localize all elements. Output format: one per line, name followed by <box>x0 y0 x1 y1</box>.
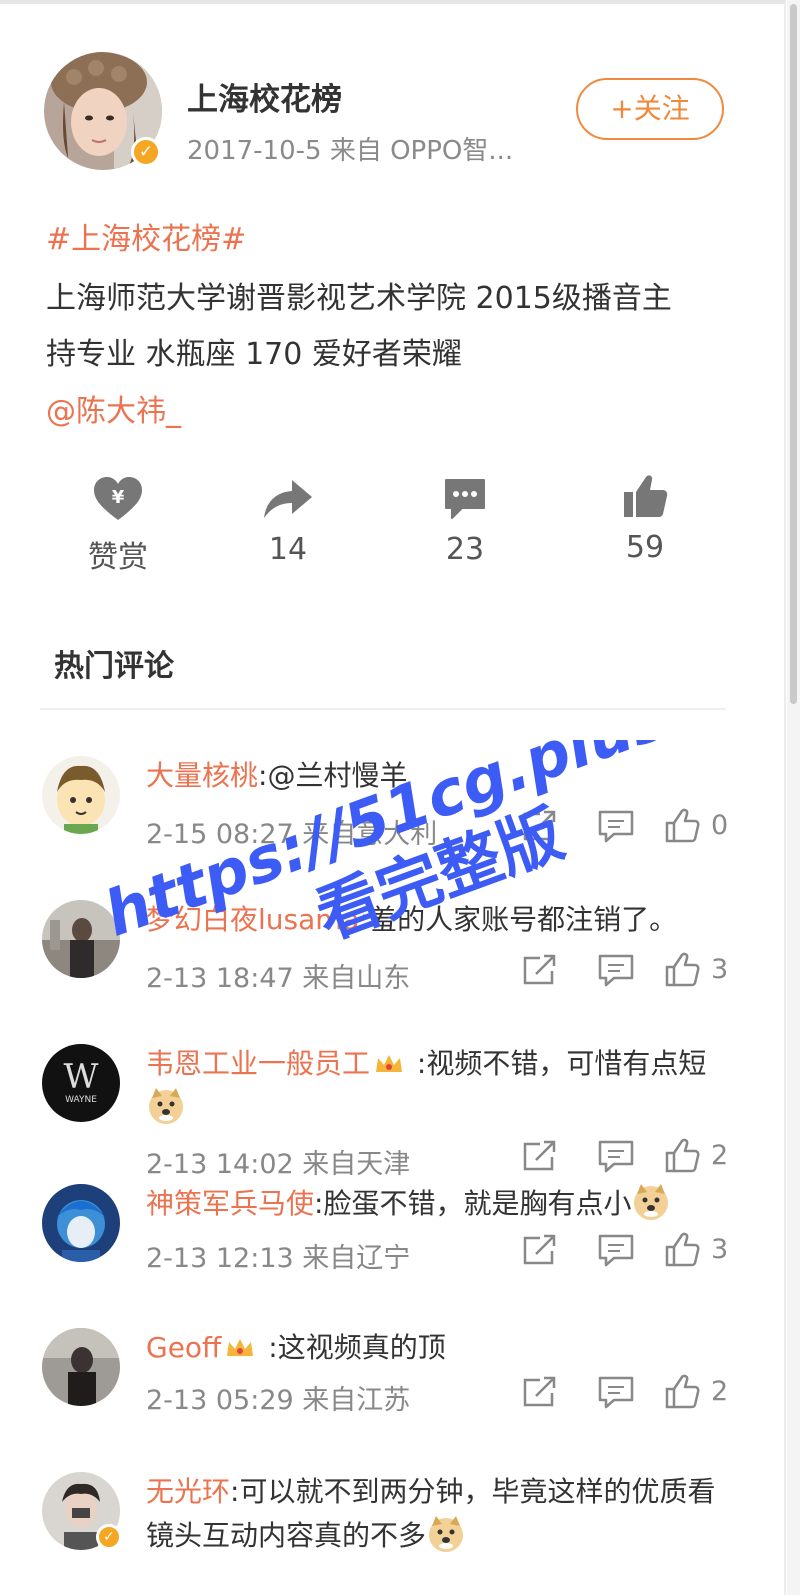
comment-body: :脸蛋不错，就是胸有点小 <box>314 1187 632 1220</box>
comment-body: :羞的人家账号都注销了。 <box>359 903 678 936</box>
crown-icon <box>227 1339 254 1356</box>
comment-text: 韦恩工业一般员工 :视频不错，可惜有点短 <box>146 1042 726 1130</box>
comment-like-count: 2 <box>711 1376 729 1407</box>
heart-yen-icon: ¥ <box>94 477 142 520</box>
comment-nickname[interactable]: 大量核桃 <box>146 759 258 792</box>
comment-avatar[interactable] <box>42 900 120 978</box>
share-icon[interactable] <box>520 1374 560 1410</box>
verified-badge-icon: ✓ <box>131 137 161 167</box>
repost-count: 14 <box>268 532 308 567</box>
comment-meta: 2-13 18:47 来自山东 <box>146 963 411 994</box>
like-icon[interactable] <box>664 1232 700 1268</box>
comment-meta: 2-15 08:27 来自意大利 <box>146 819 438 850</box>
author-name[interactable]: 上海校花榜 <box>187 74 342 119</box>
hot-comments-title: 热门评论 <box>54 649 174 684</box>
comment-meta: 2-13 14:02 来自天津 <box>146 1149 411 1180</box>
reply-icon[interactable] <box>596 1374 636 1410</box>
section-divider <box>40 708 726 710</box>
share-icon[interactable] <box>520 952 560 988</box>
comment-nickname[interactable]: 韦恩工业一般员工 <box>146 1047 370 1080</box>
like-icon[interactable] <box>664 808 700 844</box>
avatar-logo-text: WAYNE <box>65 1095 97 1105</box>
post-hashtag[interactable]: #上海校花榜# <box>46 214 246 258</box>
post-body-line-1: 上海师范大学谢晋影视艺术学院 2015级播音主 <box>46 281 672 316</box>
doge-emoji-icon <box>634 1184 669 1220</box>
comment-avatar[interactable] <box>42 756 120 834</box>
comment-body: :这视频真的顶 <box>259 1331 446 1364</box>
comment-button[interactable]: 23 <box>395 476 535 567</box>
crown-icon <box>376 1055 403 1072</box>
reward-label: 赞赏 <box>88 540 148 575</box>
comment-avatar[interactable] <box>42 1328 120 1406</box>
like-icon[interactable] <box>664 1138 700 1174</box>
svg-text:¥: ¥ <box>112 487 125 508</box>
comment-nickname[interactable]: Geoff <box>146 1331 221 1364</box>
repost-arrow-icon <box>264 480 312 518</box>
comment-text: 无光环:可以就不到两分钟，毕竟这样的优质看镜头互动内容真的不多 <box>146 1470 726 1558</box>
comment-actions: 0 <box>520 808 732 848</box>
doge-emoji-icon <box>429 1516 464 1552</box>
reply-icon[interactable] <box>596 808 636 844</box>
comment-like-count: 2 <box>711 1140 729 1171</box>
comment-text: 神策军兵马使:脸蛋不错，就是胸有点小 <box>146 1182 726 1226</box>
comment-count: 23 <box>445 532 485 567</box>
comment-like-count: 3 <box>711 954 729 985</box>
like-count: 59 <box>625 530 665 565</box>
comment-avatar[interactable]: W WAYNE <box>42 1044 120 1122</box>
comment-bubble-icon <box>445 479 485 519</box>
doge-emoji-icon <box>149 1088 183 1124</box>
reply-icon[interactable] <box>596 952 636 988</box>
post-meta: 2017-10-5 来自 OPPO智... <box>187 136 514 166</box>
verified-badge-icon: ✓ <box>96 1524 122 1550</box>
like-icon[interactable] <box>664 952 700 988</box>
comment-meta: 2-13 12:13 来自辽宁 <box>146 1243 411 1274</box>
comment-text: Geoff :这视频真的顶 <box>146 1326 726 1370</box>
comment-actions: 2 <box>520 1374 732 1414</box>
like-icon[interactable] <box>664 1374 700 1410</box>
follow-button[interactable]: +关注 <box>576 78 724 140</box>
comment-body: :@兰村慢羊 <box>258 759 408 792</box>
post-mention[interactable]: @陈大祎_ <box>46 386 181 430</box>
reply-icon[interactable] <box>596 1138 636 1174</box>
thumbs-up-icon <box>624 475 668 517</box>
reply-icon[interactable] <box>596 1232 636 1268</box>
comment-body: :视频不错，可惜有点短 <box>408 1047 707 1080</box>
post-body-line-2: 持专业 水瓶座 170 爱好者荣耀 <box>46 337 462 372</box>
comment-like-count: 3 <box>711 1234 729 1265</box>
share-icon[interactable] <box>520 1232 560 1268</box>
reward-button[interactable]: ¥ 赞赏 <box>48 476 188 576</box>
comment-nickname[interactable]: 梦幻白夜lusama <box>146 903 360 936</box>
share-icon[interactable] <box>520 808 560 844</box>
share-icon[interactable] <box>520 1138 560 1174</box>
like-button[interactable]: 59 <box>575 472 715 565</box>
comment-actions: 3 <box>520 952 732 992</box>
comment-meta: 2-13 05:29 来自江苏 <box>146 1385 411 1416</box>
scrollbar-thumb[interactable] <box>790 4 797 704</box>
comment-nickname[interactable]: 无光环 <box>146 1475 230 1508</box>
comment-actions: 3 <box>520 1232 732 1272</box>
svg-text:W: W <box>64 1057 99 1097</box>
repost-button[interactable]: 14 <box>218 476 358 567</box>
comment-text: 梦幻白夜lusama:羞的人家账号都注销了。 <box>146 898 726 942</box>
comment-like-count: 0 <box>711 810 729 841</box>
comment-nickname[interactable]: 神策军兵马使 <box>146 1187 314 1220</box>
comment-actions: 2 <box>520 1138 732 1178</box>
comment-text: 大量核桃:@兰村慢羊 <box>146 754 726 798</box>
comment-avatar[interactable] <box>42 1184 120 1262</box>
